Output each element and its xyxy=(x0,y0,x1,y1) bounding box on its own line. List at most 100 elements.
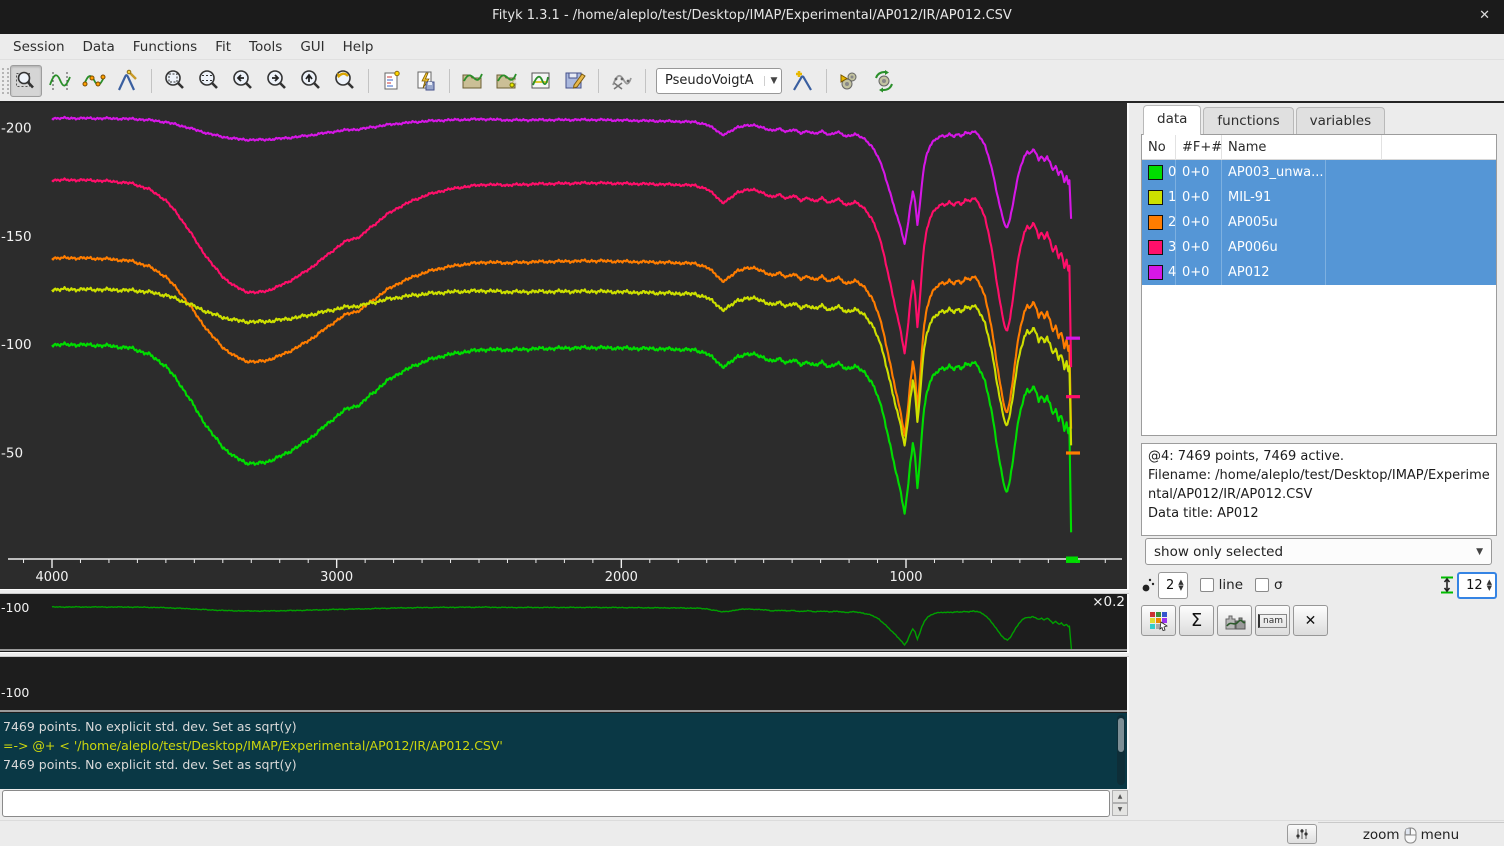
dataset-color-swatch[interactable] xyxy=(1148,165,1163,180)
main-plot[interactable]: 4000300020001000-200-150-100-50 xyxy=(0,103,1129,589)
zoom-right-icon xyxy=(265,69,289,93)
show-mode-combo[interactable]: show only selected ▼ xyxy=(1145,538,1492,565)
plot-pane: 4000300020001000-200-150-100-50 -100 ×0.2… xyxy=(0,103,1129,820)
add-function-button[interactable] xyxy=(787,65,819,97)
row-name-cell: AP003_unwa... xyxy=(1222,160,1326,185)
row-ff-cell: 0+0 xyxy=(1176,160,1222,185)
execute-script-button[interactable] xyxy=(410,65,442,97)
chevron-down-icon: ▼ xyxy=(1476,547,1483,557)
menu-help[interactable]: Help xyxy=(334,36,383,58)
console-scrollbar-thumb[interactable] xyxy=(1118,718,1124,752)
zoom-left-icon xyxy=(231,69,255,93)
transform-data-button[interactable] xyxy=(606,65,638,97)
menu-gui[interactable]: GUI xyxy=(291,36,333,58)
table-row[interactable]: 30+0AP006u xyxy=(1142,235,1496,260)
info-points-line: @4: 7469 points, 7469 active. xyxy=(1148,447,1490,466)
point-size-value: 2 xyxy=(1159,578,1178,593)
history-up-button[interactable]: ▲ xyxy=(1112,790,1128,803)
fit-run-icon xyxy=(838,69,862,93)
tab-functions[interactable]: functions xyxy=(1203,107,1293,135)
zoom-up-button[interactable] xyxy=(295,65,327,97)
menu-tools[interactable]: Tools xyxy=(240,36,291,58)
zoom-vertical-button[interactable] xyxy=(193,65,225,97)
auxiliary-plot-1[interactable]: -100 ×0.2 xyxy=(0,594,1129,652)
fit-continue-icon xyxy=(872,69,896,93)
dataset-color-swatch[interactable] xyxy=(1148,240,1163,255)
baseline-mode-button[interactable] xyxy=(78,65,110,97)
aux2-canvas[interactable]: -100 xyxy=(0,657,1127,713)
row-name-cell: AP006u xyxy=(1222,235,1326,260)
sigma-checkbox[interactable] xyxy=(1255,578,1269,592)
table-row[interactable]: 10+0MIL-91 xyxy=(1142,185,1496,210)
open-data-button[interactable] xyxy=(457,65,489,97)
dataset-color-swatch[interactable] xyxy=(1148,215,1163,230)
table-row[interactable]: 20+0AP005u xyxy=(1142,210,1496,235)
menu-session[interactable]: Session xyxy=(4,36,74,58)
toolbar-separator xyxy=(826,69,827,93)
row-no-cell: 0 xyxy=(1142,160,1176,185)
window-title: Fityk 1.3.1 - /home/aleplo/test/Desktop/… xyxy=(0,8,1504,23)
zoom-mode-button[interactable] xyxy=(10,65,42,97)
tab-data[interactable]: data xyxy=(1143,105,1201,135)
line-checkbox[interactable] xyxy=(1200,578,1214,592)
svg-text:-100: -100 xyxy=(1,600,29,615)
add-peak-mode-icon xyxy=(116,69,140,93)
zoom-mode-icon xyxy=(14,69,38,93)
export-data-button[interactable] xyxy=(1217,605,1252,636)
console-scrollbar[interactable] xyxy=(1117,715,1125,785)
zoom-left-button[interactable] xyxy=(227,65,259,97)
sum-button[interactable]: Σ xyxy=(1179,605,1214,636)
dataset-color-swatch[interactable] xyxy=(1148,190,1163,205)
baseline-mode-icon xyxy=(82,69,106,93)
row-name-cell: MIL-91 xyxy=(1222,185,1326,210)
main-plot-canvas[interactable]: 4000300020001000-200-150-100-50 xyxy=(0,103,1127,589)
aux1-canvas[interactable]: -100 ×0.2 xyxy=(0,594,1127,652)
spinner-arrows[interactable]: ▲▼ xyxy=(1487,579,1495,591)
shift-spinner[interactable]: 12 ▲▼ xyxy=(1457,572,1497,599)
svg-text:-100: -100 xyxy=(1,337,32,353)
data-range-mode-button[interactable] xyxy=(44,65,76,97)
data-table: No #F+# Name 00+0AP003_unwa...10+0MIL-91… xyxy=(1141,134,1497,436)
menu-functions[interactable]: Functions xyxy=(124,36,206,58)
zoom-up-icon xyxy=(299,69,323,93)
table-row[interactable]: 00+0AP003_unwa... xyxy=(1142,160,1496,185)
zoom-all-icon xyxy=(163,69,187,93)
tab-variables[interactable]: variables xyxy=(1296,107,1386,135)
chevron-down-icon: ▼ xyxy=(764,76,778,86)
table-row[interactable]: 40+0AP012 xyxy=(1142,260,1496,285)
menu-data[interactable]: Data xyxy=(74,36,124,58)
row-name-cell: AP005u xyxy=(1222,210,1326,235)
mouse-config-button[interactable] xyxy=(1287,824,1317,844)
color-map-button[interactable] xyxy=(1141,605,1176,636)
save-image-button[interactable] xyxy=(525,65,557,97)
command-input[interactable] xyxy=(2,790,1110,817)
spectrum-curve-AP012 xyxy=(52,117,1071,244)
fit-continue-button[interactable] xyxy=(868,65,900,97)
history-down-button[interactable]: ▼ xyxy=(1112,803,1128,816)
append-data-button[interactable] xyxy=(491,65,523,97)
row-no-cell: 4 xyxy=(1142,260,1176,285)
auxiliary-plot-2[interactable]: -100 xyxy=(0,657,1129,713)
toolbar-grip[interactable] xyxy=(2,68,9,94)
dataset-color-swatch[interactable] xyxy=(1148,265,1163,280)
spinner-arrows[interactable]: ▲▼ xyxy=(1178,579,1186,591)
menu-fit[interactable]: Fit xyxy=(206,36,240,58)
point-size-spinner[interactable]: 2 ▲▼ xyxy=(1158,572,1188,599)
data-editor-button[interactable] xyxy=(559,65,591,97)
menu-hint-label: menu xyxy=(1421,827,1460,843)
fit-run-button[interactable] xyxy=(834,65,866,97)
add-peak-mode-button[interactable] xyxy=(112,65,144,97)
svg-text:×0.2: ×0.2 xyxy=(1092,594,1125,610)
zoom-all-button[interactable] xyxy=(159,65,191,97)
output-console[interactable]: 7469 points. No explicit std. dev. Set a… xyxy=(0,713,1129,789)
delete-data-button[interactable]: ✕ xyxy=(1293,605,1328,636)
log-button[interactable] xyxy=(376,65,408,97)
zoom-previous-button[interactable] xyxy=(329,65,361,97)
save-image-icon xyxy=(529,69,553,93)
fityk-window: Fityk 1.3.1 - /home/aleplo/test/Desktop/… xyxy=(0,0,1504,846)
function-type-combo[interactable]: PseudoVoigtA ▼ xyxy=(656,68,782,94)
show-mode-value: show only selected xyxy=(1154,544,1283,560)
zoom-right-button[interactable] xyxy=(261,65,293,97)
close-window-button[interactable]: ✕ xyxy=(1479,8,1490,23)
rename-data-button[interactable]: nam xyxy=(1255,605,1290,636)
